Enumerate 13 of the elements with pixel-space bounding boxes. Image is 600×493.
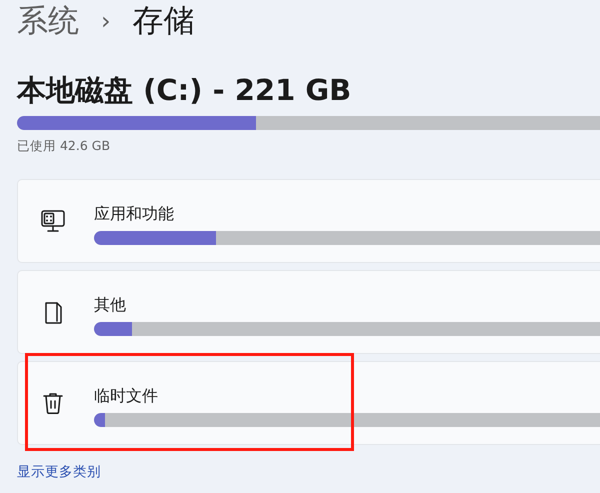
- breadcrumb-separator: ›: [101, 7, 111, 35]
- category-card[interactable]: 其他: [17, 270, 600, 354]
- used-space-text: 已使用 42.6 GB: [17, 138, 112, 155]
- category-label: 其他: [94, 294, 127, 316]
- category-card[interactable]: 临时文件: [17, 361, 600, 445]
- breadcrumb-link[interactable]: 系统: [17, 0, 79, 42]
- page-title: 存储: [132, 2, 195, 41]
- category-label: 应用和功能: [94, 203, 175, 225]
- category-label: 临时文件: [94, 385, 159, 407]
- show-more-link[interactable]: 显示更多类别: [17, 463, 101, 481]
- disk-title: 本地磁盘 (C:) - 221 GB: [17, 72, 352, 109]
- category-card[interactable]: 应用和功能: [17, 179, 600, 263]
- monitor-icon: [40, 208, 66, 234]
